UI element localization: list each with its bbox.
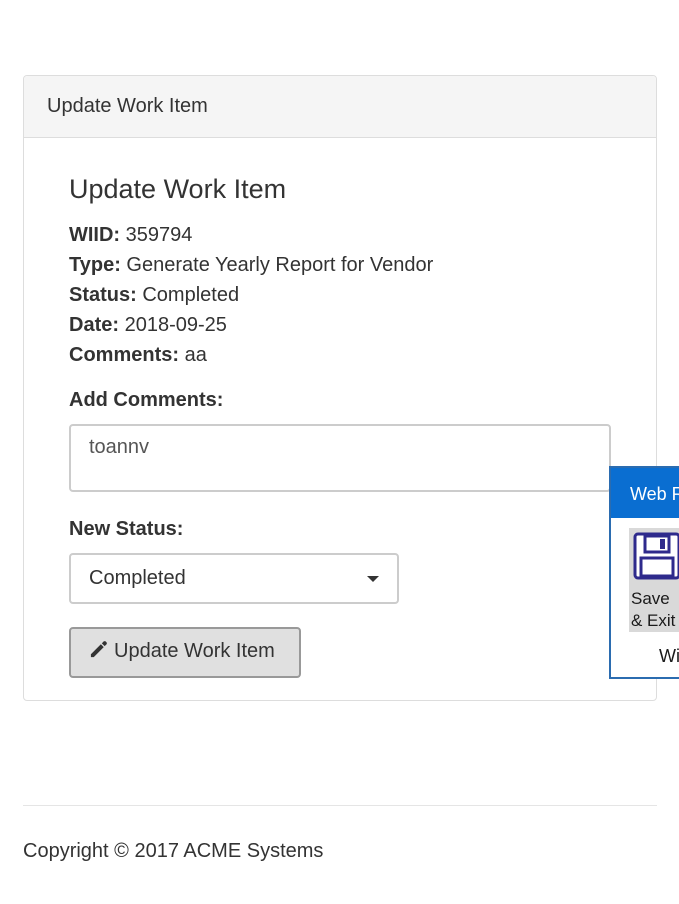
wiid-label: WIID: bbox=[69, 224, 121, 246]
new-status-label: New Status: bbox=[69, 518, 184, 540]
wiid-line: WIID: 359794 bbox=[69, 224, 192, 247]
comments-label: Comments: bbox=[69, 344, 180, 366]
web-recorder-window: Web R Save & Exit Wi bbox=[609, 466, 679, 679]
footer-divider bbox=[23, 805, 657, 806]
page-title: Update Work Item bbox=[69, 174, 287, 204]
type-value: Generate Yearly Report for Vendor bbox=[126, 254, 434, 276]
new-status-value: Completed bbox=[89, 567, 186, 589]
update-work-item-button[interactable]: Update Work Item bbox=[69, 627, 301, 678]
comments-value: aa bbox=[184, 344, 207, 366]
date-label: Date: bbox=[69, 314, 120, 336]
pencil-icon bbox=[90, 641, 107, 658]
status-line: Status: Completed bbox=[69, 284, 239, 307]
add-comments-input[interactable]: toannv bbox=[69, 424, 611, 492]
panel-heading: Update Work Item bbox=[24, 76, 656, 138]
floppy-disk-icon bbox=[633, 532, 679, 580]
update-work-item-label: Update Work Item bbox=[114, 640, 275, 662]
chevron-down-icon bbox=[367, 576, 379, 582]
recorder-bottom-text: Wi bbox=[659, 646, 679, 666]
status-value: Completed bbox=[142, 284, 240, 306]
save-exit-label: Save & Exit bbox=[631, 589, 676, 630]
type-line: Type: Generate Yearly Report for Vendor bbox=[69, 254, 433, 277]
new-status-select[interactable]: Completed bbox=[69, 553, 399, 604]
add-comments-label: Add Comments: bbox=[69, 389, 224, 411]
copyright-text: Copyright © 2017 ACME Systems bbox=[23, 840, 324, 862]
comments-line: Comments: aa bbox=[69, 344, 207, 367]
date-value: 2018-09-25 bbox=[124, 314, 227, 336]
status-label: Status: bbox=[69, 284, 137, 306]
save-exit-button[interactable]: Save & Exit bbox=[629, 528, 679, 632]
wiid-value: 359794 bbox=[125, 224, 193, 246]
update-work-item-panel: Update Work Item Update Work Item WIID: … bbox=[23, 75, 657, 701]
recorder-titlebar[interactable]: Web R bbox=[611, 468, 679, 518]
type-label: Type: bbox=[69, 254, 121, 276]
date-line: Date: 2018-09-25 bbox=[69, 314, 227, 337]
